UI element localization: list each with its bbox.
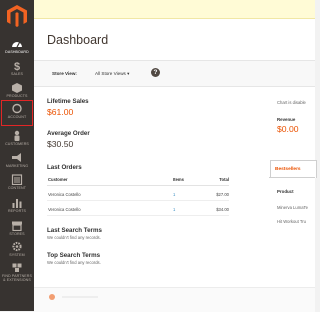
footer-section <box>34 287 315 312</box>
admin-sidebar: DASHBOARD $ SALES PRODUCTS ACCOUNT CUSTO… <box>0 0 34 311</box>
order-total: $27.00 <box>216 192 229 197</box>
sidebar-item-label: SYSTEM <box>9 253 25 257</box>
bestseller-item[interactable]: Minerva LumaTe <box>277 205 308 210</box>
page-title: Dashboard <box>47 33 109 47</box>
tab-bestsellers-label: Bestsellers <box>275 167 301 172</box>
chevron-down-icon: ▾ <box>127 71 130 76</box>
sidebar-item-label: CONTENT <box>7 186 27 190</box>
chart-disabled-notice: Chart is disable <box>277 100 306 105</box>
tab-divider <box>269 177 315 178</box>
store-scope-bar: Store View: All Store Views ▾ ? <box>34 60 315 87</box>
dashboard-icon <box>12 42 22 48</box>
sidebar-item-label: REPORTS <box>7 209 26 213</box>
layout-icon <box>11 174 23 185</box>
table-row[interactable]: Veronica Costello 1 $27.00 <box>47 189 229 201</box>
main-content: Dashboard Store View: All Store Views ▾ … <box>34 0 317 312</box>
circle-icon <box>12 103 22 114</box>
sidebar-item-label: CUSTOMERS <box>5 142 29 146</box>
bestseller-item[interactable]: Hit Workout Tru <box>277 219 306 224</box>
bar-chart-icon <box>12 199 22 208</box>
megaphone-icon <box>12 153 21 162</box>
sidebar-item-label: FIND PARTNERS & EXTENSIONS <box>2 274 32 282</box>
magento-logo-icon[interactable] <box>6 4 28 28</box>
gear-icon <box>12 241 22 252</box>
order-total: $34.00 <box>216 207 229 212</box>
blocks-icon <box>12 263 22 272</box>
svg-text:$: $ <box>14 61 20 71</box>
bestsellers-product-header: Product <box>277 189 294 194</box>
store-view-value: All Store Views <box>95 71 126 76</box>
sidebar-item-label: STORES <box>9 232 25 236</box>
sidebar-item-label: PRODUCTS <box>6 94 28 98</box>
footer-logo-icon <box>49 294 55 300</box>
tab-bestsellers[interactable]: Bestsellers <box>270 160 317 178</box>
column-header-items: Items <box>173 177 184 182</box>
sidebar-item-label: MARKETING <box>5 164 29 168</box>
order-customer: Veronica Costello <box>48 192 81 197</box>
order-customer: Veronica Costello <box>48 207 81 212</box>
column-header-total: Total <box>219 177 229 182</box>
revenue-label: Revenue <box>277 117 296 122</box>
dollar-icon: $ <box>14 61 20 71</box>
average-order-label: Average Order <box>47 130 90 137</box>
order-items: 1 <box>173 207 176 212</box>
sidebar-item-label: ACCOUNT <box>7 115 27 119</box>
sidebar-item-label: DASHBOARD <box>5 50 29 54</box>
sidebar-item-label: SALES <box>10 72 24 76</box>
top-search-empty-text: We couldn't find any records. <box>47 260 101 265</box>
last-orders-table: Customer Items Total Veronica Costello 1… <box>47 177 229 216</box>
last-orders-title: Last Orders <box>47 164 82 171</box>
system-notice-bar <box>34 0 315 19</box>
last-search-empty-text: We couldn't find any records. <box>47 235 101 240</box>
last-search-terms-title: Last Search Terms <box>47 227 102 234</box>
table-row[interactable]: Veronica Costello 1 $34.00 <box>47 204 229 216</box>
order-items: 1 <box>173 192 176 197</box>
store-icon <box>12 221 22 231</box>
sidebar-item-extensions[interactable]: FIND PARTNERS & EXTENSIONS <box>1 259 33 289</box>
lifetime-sales-value: $61.00 <box>47 107 74 117</box>
column-header-customer: Customer <box>48 177 68 182</box>
average-order-value: $30.50 <box>47 139 74 149</box>
sidebar-item-account[interactable]: ACCOUNT <box>1 100 33 126</box>
table-header: Customer Items Total <box>47 174 229 186</box>
cube-icon <box>12 83 22 93</box>
store-view-select[interactable]: All Store Views ▾ <box>95 71 129 77</box>
footer-divider <box>62 296 98 298</box>
store-view-label: Store View: <box>52 71 77 76</box>
revenue-value: $0.00 <box>277 124 299 134</box>
top-search-terms-title: Top Search Terms <box>47 252 101 259</box>
help-icon[interactable]: ? <box>151 68 160 77</box>
lifetime-sales-label: Lifetime Sales <box>47 98 89 105</box>
person-icon <box>14 130 20 141</box>
